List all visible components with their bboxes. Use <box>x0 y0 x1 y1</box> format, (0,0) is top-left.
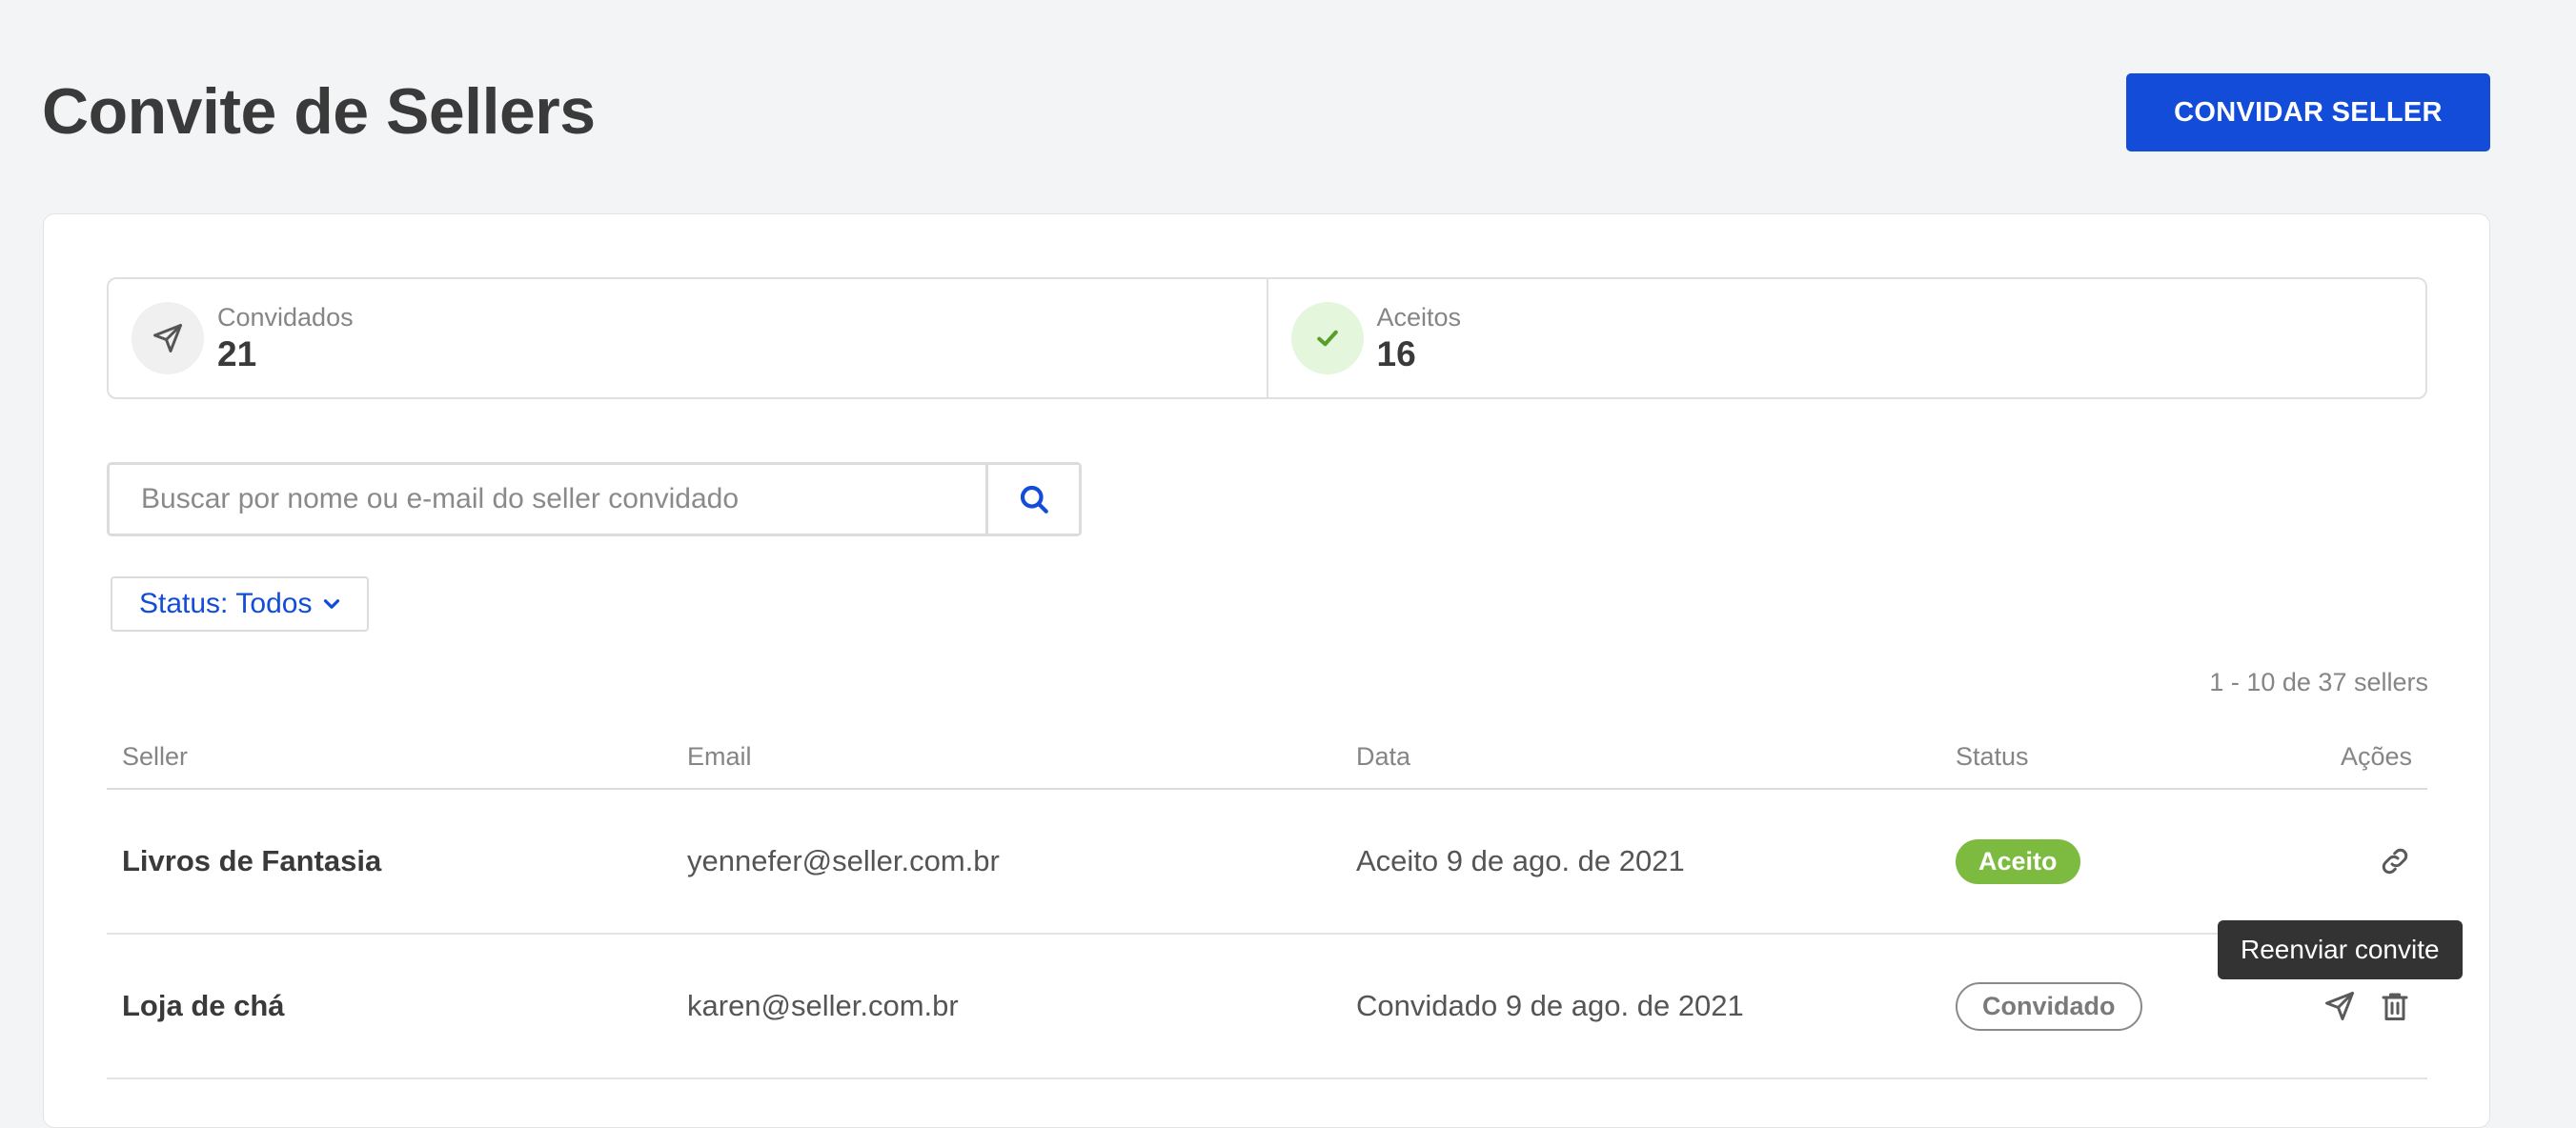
trash-icon[interactable] <box>2378 989 2412 1023</box>
status-filter-value: Todos <box>235 588 313 619</box>
stat-invited-value: 21 <box>217 334 257 373</box>
seller-email: karen@seller.com.br <box>687 989 959 1022</box>
seller-email: yennefer@seller.com.br <box>687 844 1000 877</box>
pagination-info: 1 - 10 de 37 sellers <box>2209 668 2428 696</box>
status-cell: Convidado <box>1956 935 2142 1078</box>
seller-name: Loja de chá <box>122 989 285 1022</box>
sellers-table: Seller Email Data Status Ações Livros de… <box>107 729 2427 1079</box>
stat-invited: Convidados 21 <box>109 279 1267 397</box>
status-filter-label: Status: <box>139 588 229 619</box>
seller-name: Livros de Fantasia <box>122 844 382 877</box>
status-badge: Convidado <box>1956 981 2142 1031</box>
actions-cell <box>2378 790 2412 933</box>
content-card: Convidados 21 Aceitos 16 Status: <box>43 213 2490 1128</box>
chevron-down-icon <box>324 599 340 609</box>
stat-accepted-label: Aceitos <box>1376 303 1462 332</box>
column-header-email: Email <box>687 742 752 771</box>
stats-panel: Convidados 21 Aceitos 16 <box>107 277 2427 399</box>
invite-date: Convidado 9 de ago. de 2021 <box>1356 989 1744 1022</box>
table-row: Livros de Fantasia yennefer@seller.com.b… <box>107 790 2427 935</box>
status-badge: Aceito <box>1956 838 2080 884</box>
stat-accepted: Aceitos 16 <box>1266 279 2426 397</box>
status-cell: Aceito <box>1956 790 2080 933</box>
column-header-actions: Ações <box>2340 742 2412 771</box>
paper-plane-icon <box>132 302 204 374</box>
column-header-seller: Seller <box>122 742 189 771</box>
link-icon[interactable] <box>2378 844 2412 878</box>
page-title: Convite de Sellers <box>42 75 596 148</box>
column-header-status: Status <box>1956 742 2029 771</box>
search-box <box>107 462 1082 536</box>
stat-accepted-value: 16 <box>1376 334 1416 373</box>
invite-seller-button[interactable]: CONVIDAR SELLER <box>2126 73 2490 151</box>
search-button[interactable] <box>985 465 1079 534</box>
check-icon <box>1290 302 1364 374</box>
invite-date: Aceito 9 de ago. de 2021 <box>1356 844 1685 877</box>
resend-invite-tooltip: Reenviar convite <box>2218 920 2463 979</box>
paper-plane-icon[interactable] <box>2322 989 2357 1023</box>
search-icon <box>1020 485 1048 514</box>
stat-invited-label: Convidados <box>217 303 354 332</box>
table-row: Loja de chá karen@seller.com.br Convidad… <box>107 935 2427 1079</box>
search-input[interactable] <box>110 465 985 534</box>
table-header: Seller Email Data Status Ações <box>107 729 2427 790</box>
column-header-date: Data <box>1356 742 1411 771</box>
status-filter-dropdown[interactable]: Status: Todos <box>111 576 370 632</box>
